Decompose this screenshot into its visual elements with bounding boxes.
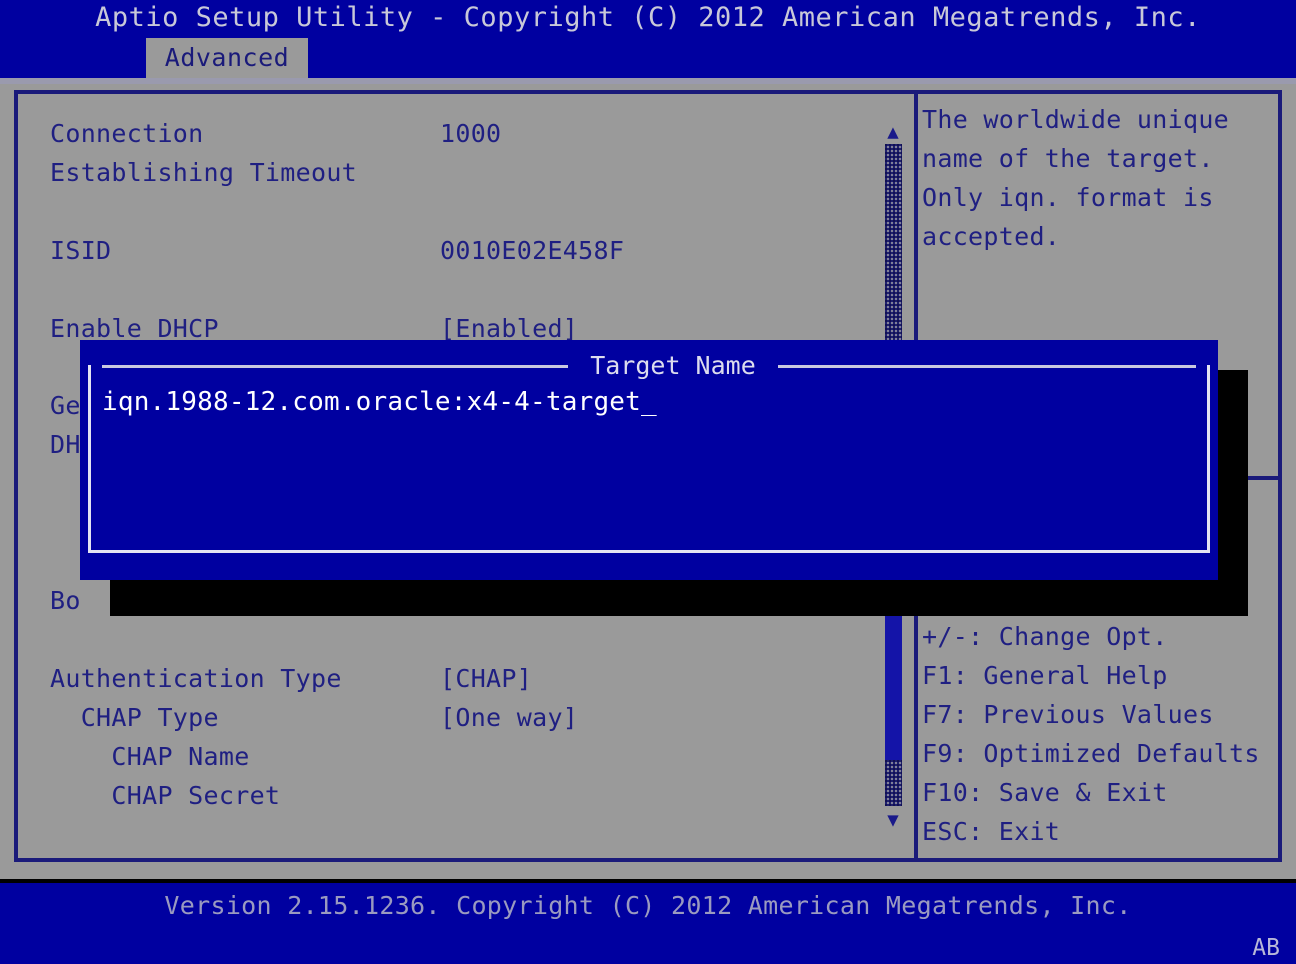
setting-value[interactable]: 1000 xyxy=(440,114,501,153)
dialog-title-rule-left xyxy=(102,365,592,368)
setting-value[interactable]: [One way] xyxy=(440,698,578,737)
setting-label[interactable]: CHAP Type xyxy=(50,698,219,737)
target-name-input[interactable]: iqn.1988-12.com.oracle:x4-4-target_ xyxy=(102,384,657,420)
key-legend-item: F9: Optimized Defaults xyxy=(922,739,1260,768)
key-legend-item: F10: Save & Exit xyxy=(922,778,1168,807)
setting-label[interactable]: Connection xyxy=(50,114,204,153)
key-legend-item: F7: Previous Values xyxy=(922,700,1214,729)
header-bar: Aptio Setup Utility - Copyright (C) 2012… xyxy=(0,0,1296,78)
target-name-dialog: Target Name iqn.1988-12.com.oracle:x4-4-… xyxy=(80,340,1218,580)
key-legend-panel: +/-: Change Opt. F1: General Help F7: Prev… xyxy=(922,617,1288,851)
version-text: Version 2.15.1236. Copyright (C) 2012 Am… xyxy=(164,891,1132,920)
setting-label[interactable]: DH xyxy=(50,425,81,464)
setting-value[interactable]: 0010E02E458F xyxy=(440,231,624,270)
key-legend-item: ESC: Exit xyxy=(922,817,1061,846)
tab-advanced[interactable]: Advanced xyxy=(146,38,308,78)
key-legend-item: +/-: Change Opt. xyxy=(922,622,1168,651)
help-text-panel: The worldwide unique name of the target. O… xyxy=(922,100,1280,256)
help-line: The worldwide unique xyxy=(922,105,1230,134)
setting-label[interactable]: Establishing Timeout xyxy=(50,153,357,192)
target-name-value: iqn.1988-12.com.oracle:x4-4-target xyxy=(102,387,642,417)
setting-label[interactable]: CHAP Secret xyxy=(50,776,280,815)
help-line: accepted. xyxy=(922,222,1061,251)
dialog-box-corner xyxy=(88,365,91,368)
setting-label[interactable]: Bo xyxy=(50,581,81,620)
help-line: Only iqn. format is xyxy=(922,183,1214,212)
dialog-title-rule-right xyxy=(770,365,1196,368)
bios-setup-screen: Aptio Setup Utility - Copyright (C) 2012… xyxy=(0,0,1296,964)
help-line: name of the target. xyxy=(922,144,1214,173)
setting-label[interactable]: Ge xyxy=(50,386,81,425)
scrollbar-thumb[interactable] xyxy=(885,600,902,760)
key-legend-item: F1: General Help xyxy=(922,661,1168,690)
setting-label[interactable]: Authentication Type xyxy=(50,659,342,698)
scroll-down-arrow-icon[interactable]: ▼ xyxy=(882,810,904,830)
footer-badge: AB xyxy=(1252,935,1280,961)
text-caret: _ xyxy=(641,387,657,417)
setting-label[interactable]: ISID xyxy=(50,231,111,270)
footer-bar: Version 2.15.1236. Copyright (C) 2012 Am… xyxy=(0,883,1296,964)
header-underline xyxy=(0,78,1296,84)
setting-label[interactable]: CHAP Name xyxy=(50,737,250,776)
page-title: Aptio Setup Utility - Copyright (C) 2012… xyxy=(95,2,1201,33)
dialog-title: Target Name xyxy=(568,349,778,383)
scroll-up-arrow-icon[interactable]: ▲ xyxy=(882,122,904,142)
setting-value[interactable]: [CHAP] xyxy=(440,659,532,698)
